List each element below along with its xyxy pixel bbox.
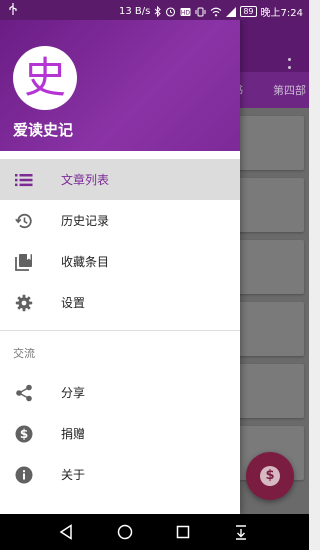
bluetooth-icon <box>154 6 162 17</box>
alarm-icon <box>165 6 176 17</box>
list-item[interactable] <box>238 364 304 418</box>
battery-icon: 89 <box>240 6 257 17</box>
svg-text:HD: HD <box>181 9 191 16</box>
tab-part-four[interactable]: 第四部 <box>273 82 306 98</box>
signal-icon <box>226 6 237 17</box>
app-logo-avatar: 史 <box>13 46 77 110</box>
hd-icon: HD <box>180 7 191 17</box>
section-title-communication: 交流 <box>13 347 35 360</box>
drawer-item-collection[interactable]: 收藏条目 <box>0 241 240 282</box>
system-nav-bar <box>0 514 309 550</box>
drawer-header: 史 爱读史记 <box>0 20 240 151</box>
app-name: 爱读史记 <box>13 121 74 139</box>
share-icon <box>14 383 34 403</box>
wifi-icon <box>210 7 222 17</box>
dollar-icon: $ <box>14 424 34 444</box>
info-icon <box>14 465 34 485</box>
network-speed: 13 B/s <box>119 6 151 17</box>
history-icon <box>14 211 34 231</box>
drawer-item-label: 收藏条目 <box>61 255 110 269</box>
drawer-item-label: 分享 <box>61 386 86 400</box>
dollar-icon: $ <box>260 466 280 486</box>
list-item[interactable] <box>238 178 304 232</box>
clock: 晚上7:24 <box>260 8 303 19</box>
donate-fab-button[interactable]: $ <box>246 452 294 500</box>
drawer-item-label: 历史记录 <box>61 214 110 228</box>
status-bar: 13 B/s HD 89 晚上7:24 <box>0 0 309 20</box>
list-item[interactable] <box>238 302 304 356</box>
list-icon <box>14 170 34 190</box>
list-item[interactable] <box>238 116 304 170</box>
drawer-item-about[interactable]: 关于 <box>0 454 240 495</box>
gear-icon <box>14 293 34 313</box>
list-item[interactable] <box>238 240 304 294</box>
drawer-item-label: 关于 <box>61 468 86 482</box>
navigation-drawer: 史 爱读史记 文章列表 历史记录 收藏条目 设置 交流 分享 $ 捐赠 关于 <box>0 20 240 514</box>
drawer-item-share[interactable]: 分享 <box>0 372 240 413</box>
drawer-item-history[interactable]: 历史记录 <box>0 200 240 241</box>
usb-icon <box>8 3 18 18</box>
drawer-item-donate[interactable]: $ 捐赠 <box>0 413 240 454</box>
drawer-item-label: 捐赠 <box>61 427 86 441</box>
collection-icon <box>14 252 34 272</box>
vibrate-icon <box>195 7 206 17</box>
notification-pull-icon[interactable] <box>231 522 251 542</box>
recents-icon[interactable] <box>173 522 193 542</box>
svg-text:$: $ <box>20 427 28 441</box>
home-icon[interactable] <box>115 522 135 542</box>
drawer-item-settings[interactable]: 设置 <box>0 282 240 323</box>
back-icon[interactable] <box>56 522 76 542</box>
drawer-item-label: 设置 <box>61 296 86 310</box>
drawer-item-label: 文章列表 <box>61 173 110 187</box>
divider <box>0 330 240 331</box>
drawer-item-article-list[interactable]: 文章列表 <box>0 159 240 200</box>
